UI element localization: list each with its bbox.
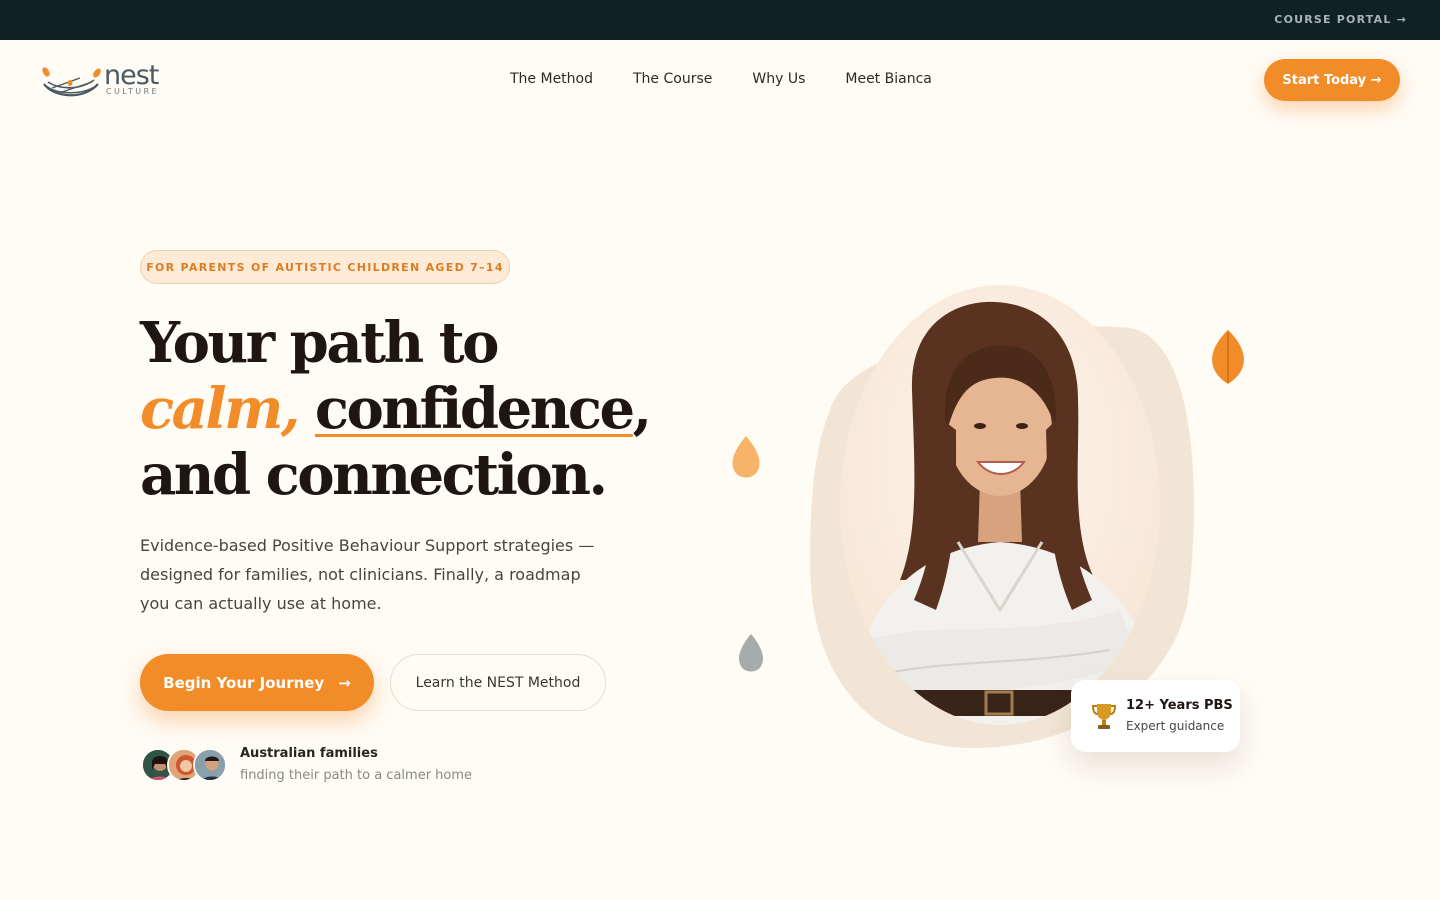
headline-line-1: Your path to [140, 310, 499, 376]
nav-item-the-course[interactable]: The Course [633, 71, 712, 87]
hero-headline: Your path to calm, confidence, and conne… [140, 310, 700, 508]
arrow-right-icon: → [338, 673, 351, 692]
logo-tagline: CULTURE [106, 87, 159, 96]
badge-title: 12+ Years PBS [1126, 698, 1233, 713]
course-portal-link[interactable]: COURSE PORTAL → [1274, 13, 1407, 26]
social-proof-subtitle: finding their path to a calmer home [240, 768, 473, 783]
nav-item-meet-bianca[interactable]: Meet Bianca [845, 71, 931, 87]
headline-line-3: and connection. [140, 442, 608, 508]
headline-line-2: calm, confidence, [140, 376, 700, 442]
avatar-group [141, 748, 231, 782]
hero-lead-text: Evidence-based Positive Behaviour Suppor… [140, 536, 595, 613]
trophy-icon [1091, 704, 1117, 729]
leaf-icon [1212, 330, 1244, 384]
headline-accent-word: calm, [140, 376, 300, 442]
avatar [193, 748, 227, 782]
nest-logo-icon [42, 67, 101, 97]
nav-item-the-method[interactable]: The Method [510, 71, 593, 87]
logo[interactable]: nest CULTURE [40, 60, 170, 102]
badge-subtitle: Expert guidance [1126, 719, 1225, 733]
headline-comma: , [632, 376, 653, 442]
main-nav: The Method The Course Why Us Meet Bianca [510, 71, 932, 87]
headline-underlined-word: confidence [314, 376, 635, 442]
drop-icon [732, 436, 760, 478]
start-today-button[interactable]: Start Today → [1264, 59, 1400, 101]
audience-badge: FOR PARENTS OF AUTISTIC CHILDREN AGED 7–… [140, 250, 510, 284]
begin-journey-button[interactable]: Begin Your Journey → [140, 654, 374, 711]
nav-item-why-us[interactable]: Why Us [752, 71, 805, 87]
begin-journey-label: Begin Your Journey [163, 673, 325, 692]
learn-method-button[interactable]: Learn the NEST Method [390, 654, 606, 711]
top-bar: COURSE PORTAL → [0, 0, 1440, 40]
experience-badge: 12+ Years PBS Expert guidance [1071, 680, 1240, 752]
drop-icon [739, 634, 763, 672]
social-proof-title: Australian families [240, 746, 378, 761]
